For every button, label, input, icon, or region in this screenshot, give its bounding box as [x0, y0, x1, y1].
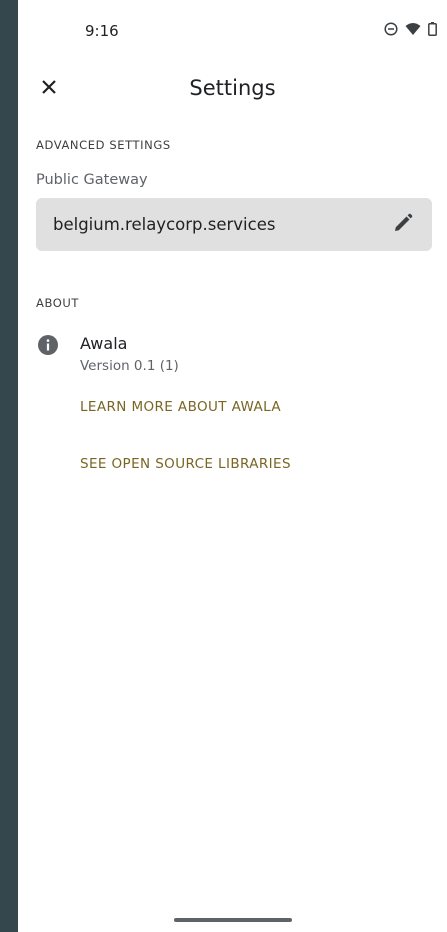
battery-icon: [428, 22, 437, 36]
app-name: Awala: [80, 334, 128, 353]
learn-more-link[interactable]: LEARN MORE ABOUT AWALA: [80, 399, 281, 415]
app-version: Version 0.1 (1): [80, 358, 179, 374]
toolbar: Settings: [18, 66, 447, 112]
status-bar: 9:16: [18, 0, 447, 56]
edit-gateway-button[interactable]: [390, 212, 416, 238]
advanced-settings-header: ADVANCED SETTINGS: [36, 138, 171, 152]
public-gateway-value: belgium.relaycorp.services: [53, 215, 276, 234]
about-header: ABOUT: [36, 296, 80, 310]
info-icon: [37, 334, 59, 356]
public-gateway-label: Public Gateway: [36, 172, 148, 188]
status-time: 9:16: [85, 22, 119, 40]
page-title: Settings: [189, 76, 276, 100]
home-indicator[interactable]: [174, 918, 292, 922]
status-icons: [384, 22, 437, 36]
background-strip: [0, 0, 18, 932]
open-source-libraries-link[interactable]: SEE OPEN SOURCE LIBRARIES: [80, 456, 291, 472]
public-gateway-field[interactable]: belgium.relaycorp.services: [36, 198, 432, 251]
do-not-disturb-icon: [384, 22, 398, 36]
pencil-icon: [393, 213, 413, 237]
wifi-icon: [405, 22, 421, 36]
settings-screen: 9:16 Settings ADVANCED SETTINGS Public G…: [18, 0, 447, 932]
